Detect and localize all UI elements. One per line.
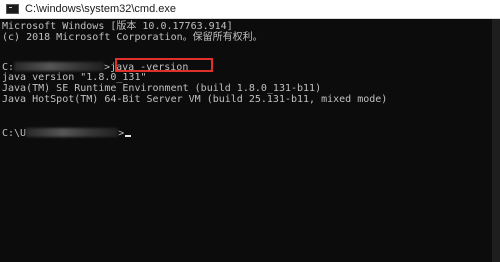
prompt-symbol-current: > [118,128,125,139]
window-title: C:\windows\system32\cmd.exe [25,3,176,15]
command-highlight-box [115,58,213,72]
redacted-path [14,62,105,71]
console-line-version: Microsoft Windows [版本 10.0.17763.914] [2,21,233,32]
java-version-text: java version "1.8.0_131" [2,72,147,83]
cmd-window: C:\windows\system32\cmd.exe Microsoft Wi… [0,0,500,262]
redacted-path-current [26,128,119,137]
console-output[interactable]: Microsoft Windows [版本 10.0.17763.914] (c… [2,22,492,258]
prompt-drive-current: C:\U [2,128,27,139]
text-cursor [125,135,132,137]
console-line-copyright: (c) 2018 Microsoft Corporation。保留所有权利。 [2,32,263,43]
title-bar[interactable]: C:\windows\system32\cmd.exe [0,0,500,19]
console-line-runtime: Java(TM) SE Runtime Environment (build 1… [2,83,322,94]
console-line-java-version: java version "1.8.0_131" [2,73,147,83]
console-prompt-line-current: C:\U > [2,128,132,139]
vertical-scrollbar[interactable] [492,19,500,262]
cmd-icon [6,4,19,14]
console-line-vm: Java HotSpot(TM) 64-Bit Server VM (build… [2,94,388,105]
